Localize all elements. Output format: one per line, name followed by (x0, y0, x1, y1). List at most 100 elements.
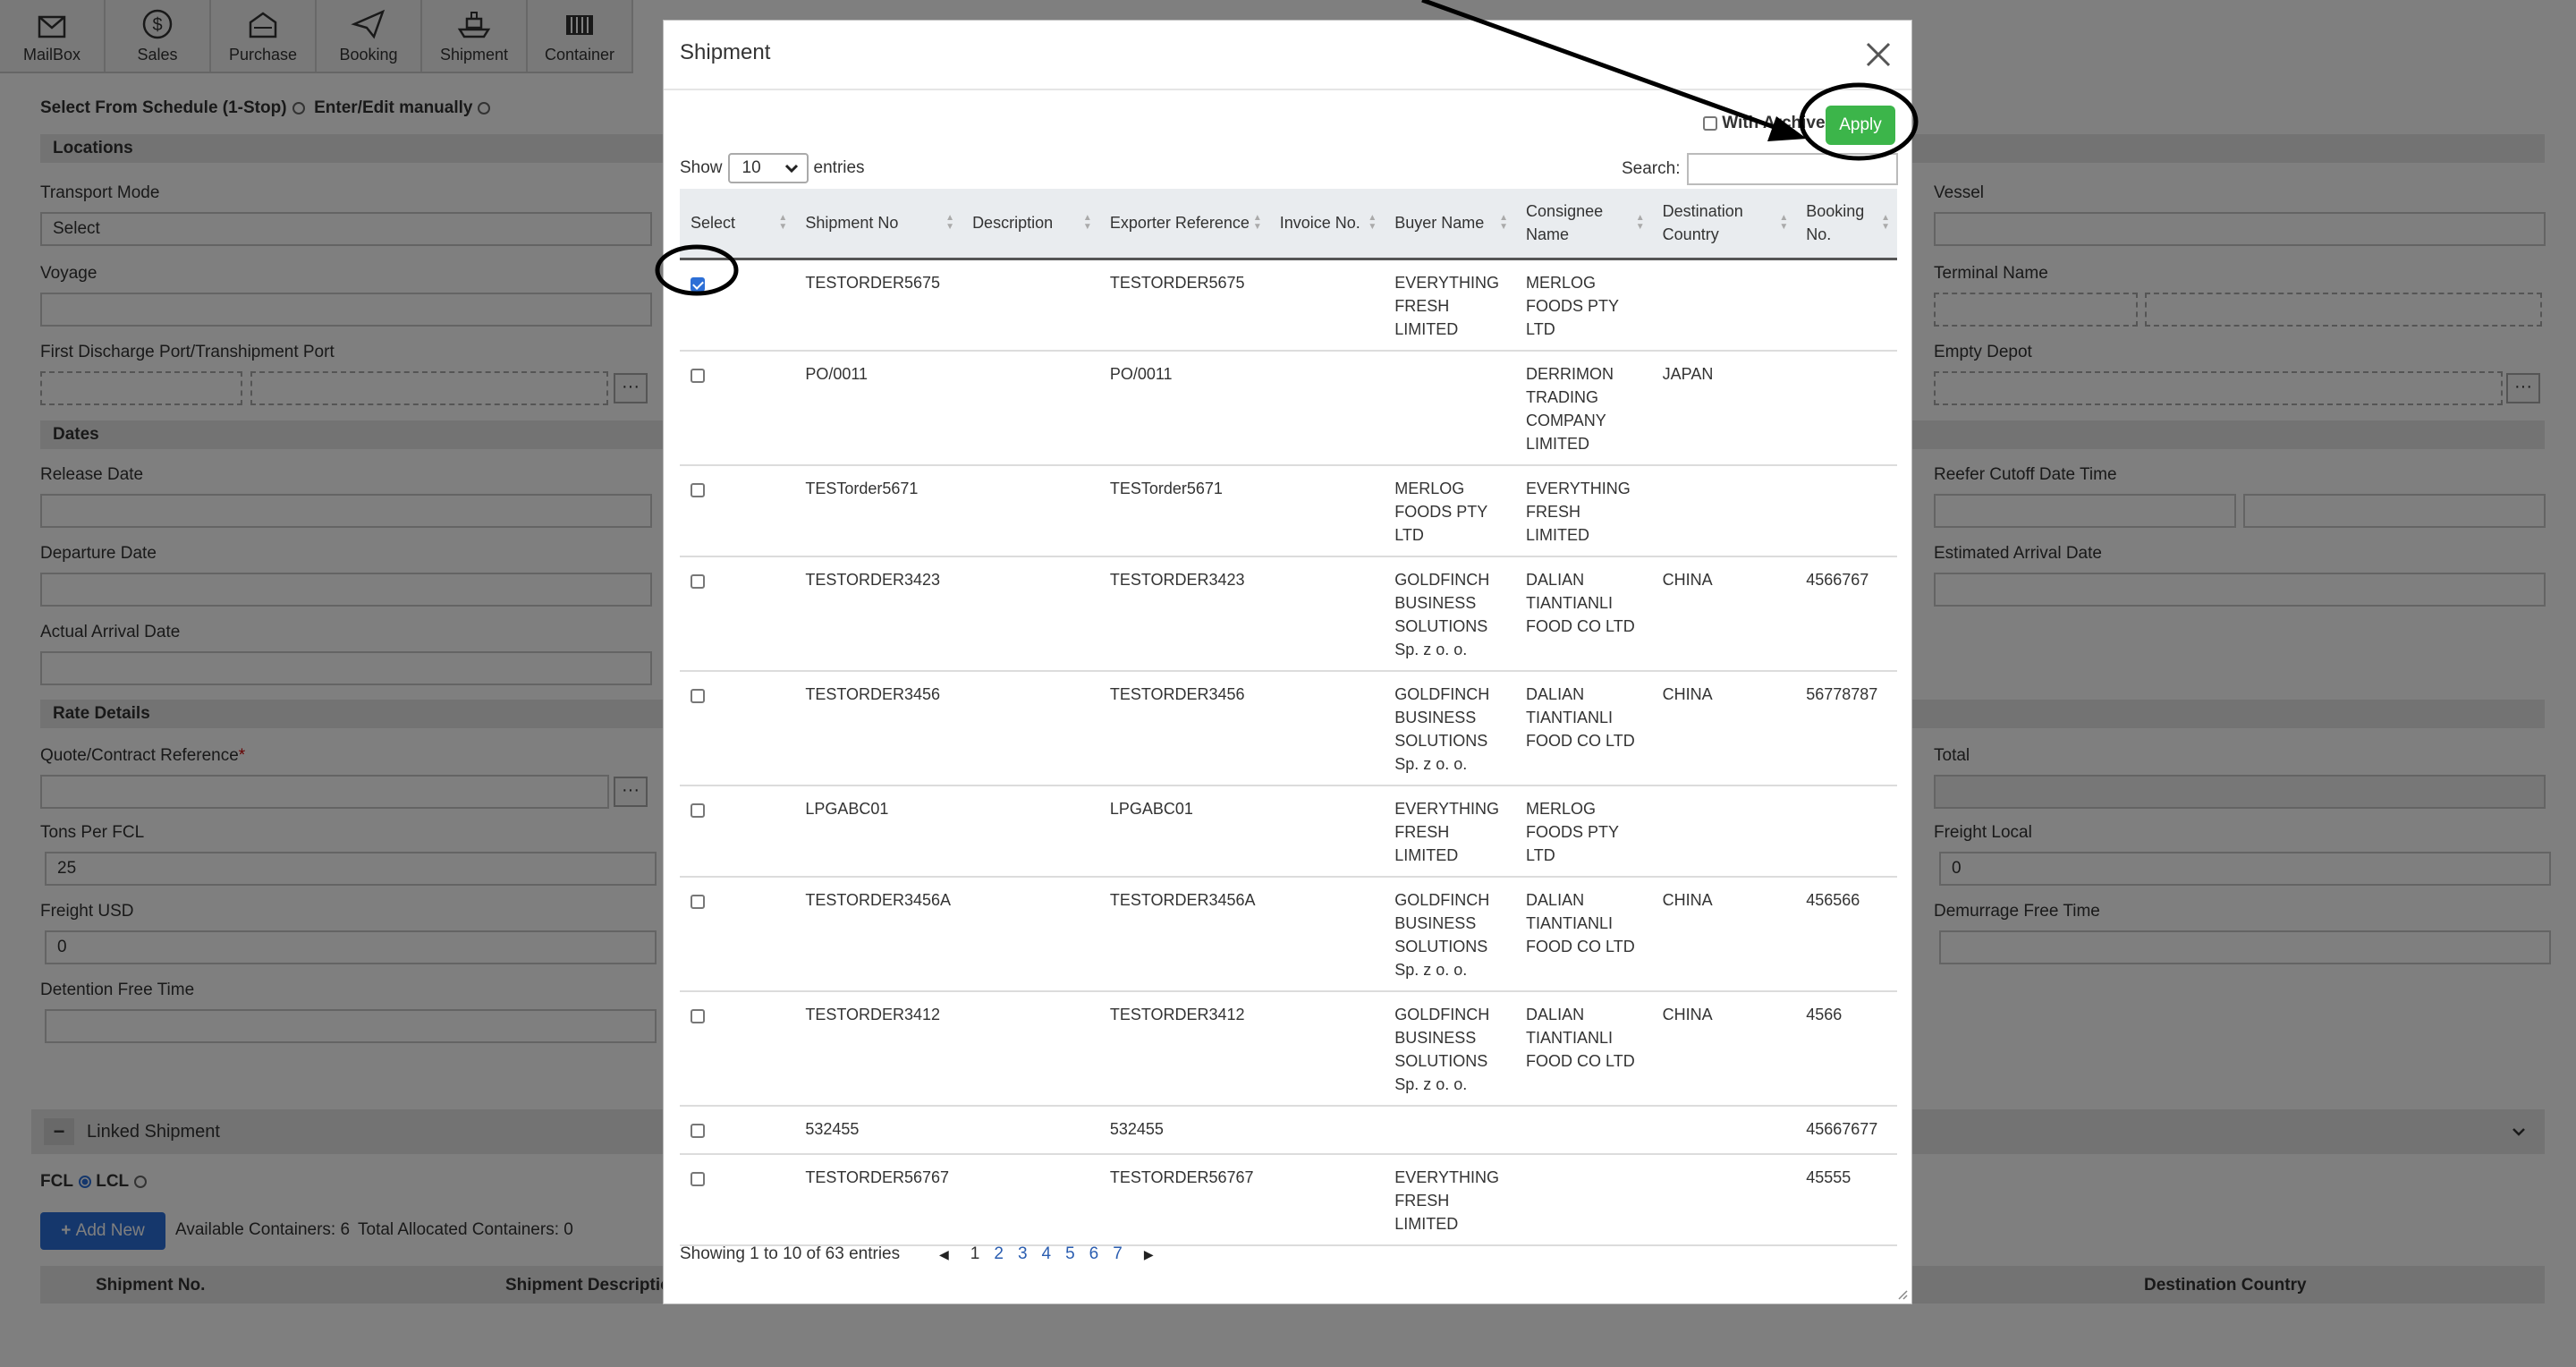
cell-description (962, 670, 1099, 786)
col-buyer-name[interactable]: Buyer Name ▲ ▼ (1384, 189, 1516, 260)
page-links: 1234567 (963, 1244, 1130, 1264)
cell-select (680, 556, 795, 672)
page-link[interactable]: 2 (994, 1244, 1004, 1263)
cell-booking (1795, 350, 1897, 466)
table-row[interactable]: LPGABC01 LPGABC01 EVERYTHING FRESH LIMITED… (680, 785, 1897, 878)
table-row[interactable]: TESTORDER3456A TESTORDER3456A GOLDFINCH BU… (680, 876, 1897, 992)
table-row[interactable]: TESTorder5671 TESTorder5671 MERLOG FOODS P… (680, 464, 1897, 557)
table-row[interactable]: TESTORDER3412 TESTORDER3412 GOLDFINCH BUSI… (680, 990, 1897, 1107)
search-label: Search: (1622, 159, 1681, 178)
page-link[interactable]: 3 (1018, 1244, 1028, 1263)
table-row[interactable]: TESTORDER56767 TESTORDER56767 EVERYTHING F… (680, 1153, 1897, 1246)
cell-consignee: DALIAN TIANTIANLI FOOD CO LTD (1515, 670, 1652, 786)
cell-consignee: MERLOG FOODS PTY LTD (1515, 785, 1652, 878)
cell-description (962, 876, 1099, 992)
sort-icon: ▲ ▼ (945, 213, 955, 233)
prev-page-icon[interactable]: ◀ (939, 1247, 949, 1262)
page-link[interactable]: 1 (970, 1244, 980, 1263)
cell-exporter-ref: TESTORDER56767 (1098, 1153, 1269, 1246)
page-link[interactable]: 5 (1065, 1244, 1075, 1263)
col-invoice-no[interactable]: Invoice No. ▲ ▼ (1268, 189, 1385, 260)
col-description[interactable]: Description ▲ ▼ (962, 189, 1099, 260)
cell-destination (1651, 1105, 1796, 1155)
table-info: Showing 1 to 10 of 63 entries (680, 1244, 901, 1263)
row-select-checkbox[interactable] (691, 482, 705, 497)
search-area: Search: (1622, 153, 1899, 185)
col-shipment-no[interactable]: Shipment No ▲ ▼ (794, 189, 962, 260)
cell-destination (1651, 259, 1796, 352)
chevron-down-icon (784, 164, 798, 174)
cell-destination: CHINA (1651, 990, 1796, 1107)
cell-invoice-no (1268, 259, 1385, 352)
cell-exporter-ref: LPGABC01 (1098, 785, 1269, 878)
sort-icon: ▲ ▼ (1368, 213, 1377, 233)
cell-booking: 45667677 (1795, 1105, 1897, 1155)
cell-select (680, 876, 795, 992)
page-link[interactable]: 6 (1089, 1244, 1099, 1263)
sort-icon: ▲ ▼ (1082, 213, 1092, 233)
cell-shipment-no: PO/0011 (794, 350, 962, 466)
table-row[interactable]: 532455 532455 45667677 (680, 1105, 1897, 1155)
page-link[interactable]: 7 (1113, 1244, 1123, 1263)
col-label: Booking No. (1806, 202, 1865, 244)
col-destination-country[interactable]: Destination Country ▲ ▼ (1651, 189, 1796, 260)
cell-destination (1651, 785, 1796, 878)
col-consignee-name[interactable]: Consignee Name ▲ ▼ (1515, 189, 1652, 260)
table-row[interactable]: TESTORDER5675 TESTORDER5675 EVERYTHING FRE… (680, 259, 1897, 352)
cell-invoice-no (1268, 556, 1385, 672)
cell-consignee: DERRIMON TRADING COMPANY LIMITED (1515, 350, 1652, 466)
col-label: Buyer Name (1394, 214, 1485, 233)
table-row[interactable]: TESTORDER3456 TESTORDER3456 GOLDFINCH BUSI… (680, 670, 1897, 786)
shipment-modal: Shipment With Archive Apply Show 10 entr… (663, 20, 1912, 1304)
table-row[interactable]: PO/0011 PO/0011 DERRIMON TRADING COMPANY L… (680, 350, 1897, 466)
with-archive-label: With Archive (1722, 114, 1826, 132)
table-header-row: Select ▲ ▼ Shipment No ▲ ▼ Description ▲ ▼ Exp… (680, 189, 1897, 260)
cell-select (680, 350, 795, 466)
apply-button[interactable]: Apply (1826, 106, 1895, 145)
table-row[interactable]: TESTORDER3423 TESTORDER3423 GOLDFINCH BUSI… (680, 556, 1897, 672)
row-select-checkbox[interactable] (691, 573, 705, 589)
search-input[interactable] (1687, 153, 1899, 185)
cell-select (680, 990, 795, 1107)
page-link[interactable]: 4 (1042, 1244, 1052, 1263)
cell-invoice-no (1268, 670, 1385, 786)
row-select-checkbox[interactable] (691, 1123, 705, 1138)
cell-shipment-no: 532455 (794, 1105, 962, 1155)
resize-handle-icon[interactable] (1895, 1287, 1908, 1300)
row-select-checkbox[interactable] (691, 894, 705, 909)
cell-exporter-ref: TESTORDER5675 (1098, 259, 1269, 352)
cell-description (962, 464, 1099, 557)
row-select-checkbox[interactable] (691, 1171, 705, 1186)
cell-select (680, 1105, 795, 1155)
with-archive-toggle[interactable]: With Archive (1703, 114, 1826, 133)
cell-shipment-no: LPGABC01 (794, 785, 962, 878)
col-label: Invoice No. (1279, 214, 1360, 233)
row-select-checkbox[interactable] (691, 276, 705, 292)
col-select[interactable]: Select ▲ ▼ (680, 189, 795, 260)
cell-shipment-no: TESTORDER3456 (794, 670, 962, 786)
entries-select[interactable]: 10 (727, 153, 809, 183)
col-label: Destination Country (1662, 202, 1743, 244)
with-archive-checkbox[interactable] (1703, 116, 1717, 131)
modal-title: Shipment (680, 40, 771, 64)
col-booking-no[interactable]: Booking No. ▲ ▼ (1795, 189, 1897, 260)
row-select-checkbox[interactable] (691, 802, 705, 818)
cell-destination: CHINA (1651, 556, 1796, 672)
close-icon[interactable] (1860, 37, 1896, 72)
row-select-checkbox[interactable] (691, 1008, 705, 1023)
col-exporter-reference[interactable]: Exporter Reference ▲ ▼ (1098, 189, 1269, 260)
cell-consignee: DALIAN TIANTIANLI FOOD CO LTD (1515, 876, 1652, 992)
row-select-checkbox[interactable] (691, 688, 705, 703)
cell-exporter-ref: TESTORDER3456 (1098, 670, 1269, 786)
sort-icon: ▲ ▼ (1499, 213, 1509, 233)
cell-select (680, 1153, 795, 1246)
row-select-checkbox[interactable] (691, 368, 705, 383)
cell-consignee: MERLOG FOODS PTY LTD (1515, 259, 1652, 352)
cell-shipment-no: TESTORDER3423 (794, 556, 962, 672)
cell-description (962, 350, 1099, 466)
cell-booking (1795, 464, 1897, 557)
cell-buyer: GOLDFINCH BUSINESS SOLUTIONS Sp. z o. o. (1384, 990, 1516, 1107)
table-body: TESTORDER5675 TESTORDER5675 EVERYTHING FRE… (680, 259, 1897, 1246)
next-page-icon[interactable]: ▶ (1144, 1247, 1154, 1262)
shipment-table: Select ▲ ▼ Shipment No ▲ ▼ Description ▲ ▼ Exp… (680, 189, 1897, 1246)
